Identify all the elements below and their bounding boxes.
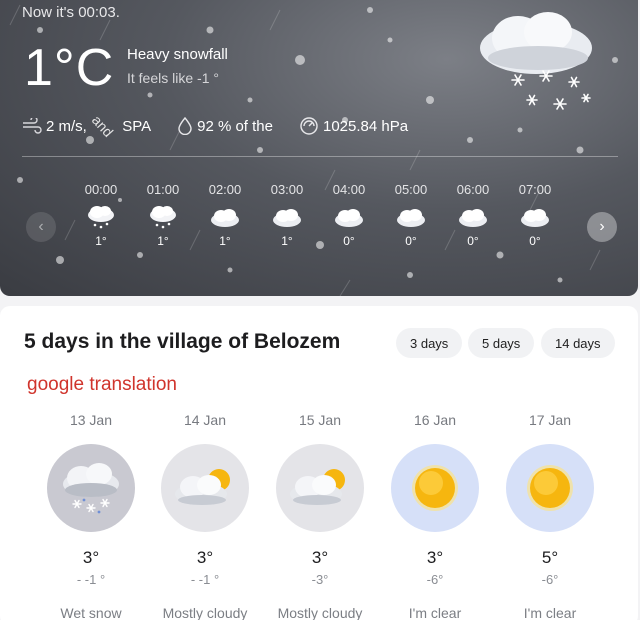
hour-temp: 1°: [157, 234, 169, 248]
pressure-stat: 1025.84 hPa: [299, 116, 408, 136]
hour-item: 07:00 0°: [504, 182, 566, 248]
humidity-value: 92 % of the: [197, 117, 273, 135]
hour-temp: 1°: [95, 234, 107, 248]
hour-temp: 0°: [405, 234, 417, 248]
day-description: Mostly cloudy: [162, 605, 248, 620]
droplet-icon: [178, 117, 192, 135]
tab-14-days[interactable]: 14 days: [541, 328, 615, 358]
day-icon-circle: [276, 444, 364, 532]
day-date: 17 Jan: [528, 412, 572, 428]
wet-snow-icon: [63, 463, 119, 514]
forecast-card: 5 days in the village of Belozem 3 days …: [0, 306, 638, 620]
day-icon-circle: [161, 444, 249, 532]
tab-5-days[interactable]: 5 days: [468, 328, 535, 358]
sun-icon: [527, 465, 573, 511]
day-high-temp: 3°: [311, 548, 329, 567]
current-time-label: Now it's 00:03.: [22, 4, 120, 21]
day-card[interactable]: 14 Jan 3° - -1 ° Mostly cloudy: [155, 412, 255, 620]
hour-time: 00:00: [84, 182, 118, 197]
hour-time: 06:00: [456, 182, 490, 197]
hour-item: 02:00 1°: [194, 182, 256, 248]
gauge-icon: [300, 117, 318, 135]
translation-note: google translation: [27, 374, 177, 395]
day-date: 16 Jan: [413, 412, 457, 428]
hour-item: 03:00 1°: [256, 182, 318, 248]
hour-item: 05:00 0°: [380, 182, 442, 248]
day-high-temp: 3°: [82, 548, 100, 567]
hour-item: 06:00 0°: [442, 182, 504, 248]
forecast-title: 5 days in the village of Belozem: [24, 330, 341, 353]
wind-stat: 2 m/s, and SPA: [22, 112, 152, 140]
hour-item: 01:00 1°: [132, 182, 194, 248]
day-icon-circle: [47, 444, 135, 532]
hourly-forecast: 00:00 1° 01:00 1° 02:00 1° 03:00 1° 04:0…: [70, 182, 580, 262]
hourly-prev-button[interactable]: ‹: [26, 212, 56, 242]
hour-time: 03:00: [270, 182, 304, 197]
hour-time: 01:00: [146, 182, 180, 197]
hour-temp: 0°: [467, 234, 479, 248]
hour-time: 02:00: [208, 182, 242, 197]
hour-time: 05:00: [394, 182, 428, 197]
mostly-cloudy-icon: [290, 469, 345, 505]
hour-item: 00:00 1°: [70, 182, 132, 248]
tab-3-days[interactable]: 3 days: [396, 328, 463, 358]
day-high-temp: 3°: [196, 548, 214, 567]
day-date: 13 Jan: [69, 412, 113, 428]
hour-temp: 1°: [281, 234, 293, 248]
cloud-icon: [397, 209, 425, 227]
hour-temp: 0°: [343, 234, 355, 248]
day-date: 15 Jan: [298, 412, 342, 428]
wind-speed: 2 m/s,: [46, 117, 87, 135]
day-low-temp: - -1 °: [76, 572, 106, 587]
day-description: Mostly cloudy: [277, 605, 363, 620]
hour-item: 04:00 0°: [318, 182, 380, 248]
day-low-temp: -6°: [541, 572, 559, 587]
pressure-value: 1025.84 hPa: [323, 117, 409, 135]
wind-icon: [23, 118, 42, 134]
current-weather-card: Now it's 00:03. 1°C Heavy snowfall It fe…: [0, 0, 638, 296]
day-description: I'm clear: [523, 605, 577, 620]
wind-direction-word: and: [88, 111, 117, 141]
day-card[interactable]: 17 Jan 5° -6° I'm clear: [500, 412, 600, 620]
cloud-icon: [211, 209, 239, 227]
cloud-icon: [459, 209, 487, 227]
day-date: 14 Jan: [183, 412, 227, 428]
weather-page: Now it's 00:03. 1°C Heavy snowfall It fe…: [0, 0, 640, 620]
day-low-temp: -3°: [311, 572, 329, 587]
cloud-icon: [521, 209, 549, 227]
day-icon-circle: [506, 444, 594, 532]
current-stats: 2 m/s, and SPA 92 % of the 1025.84 hPa: [22, 112, 434, 140]
hour-temp: 1°: [219, 234, 231, 248]
divider: [22, 156, 618, 157]
hour-time: 07:00: [518, 182, 552, 197]
hour-time: 04:00: [332, 182, 366, 197]
mostly-cloudy-icon: [175, 469, 230, 505]
day-low-temp: - -1 °: [190, 572, 220, 587]
heavy-snow-cloud-icon: [480, 12, 592, 110]
hour-temp: 0°: [529, 234, 541, 248]
snow-cloud-icon: [150, 206, 176, 229]
sun-icon: [412, 465, 458, 511]
day-low-temp: -6°: [426, 572, 444, 587]
humidity-stat: 92 % of the: [177, 117, 273, 135]
day-high-temp: 3°: [426, 548, 444, 567]
day-description: Wet snow: [60, 605, 122, 620]
current-condition: Heavy snowfall: [127, 46, 228, 63]
cloud-icon: [335, 209, 363, 227]
wind-direction: SPA: [122, 117, 152, 135]
current-temperature: 1°C: [24, 39, 115, 97]
day-icon-circle: [391, 444, 479, 532]
feels-like-text: It feels like -1 °: [127, 70, 219, 86]
cloud-icon: [273, 209, 301, 227]
day-description: I'm clear: [408, 605, 462, 620]
snow-cloud-icon: [88, 206, 114, 229]
day-card[interactable]: 16 Jan 3° -6° I'm clear: [385, 412, 485, 620]
day-card[interactable]: 15 Jan 3° -3° Mostly cloudy: [270, 412, 370, 620]
hourly-next-button[interactable]: ›: [587, 212, 617, 242]
day-high-temp: 5°: [541, 548, 559, 567]
day-card[interactable]: 13 Jan 3° - -1 ° Wet snow: [41, 412, 141, 620]
